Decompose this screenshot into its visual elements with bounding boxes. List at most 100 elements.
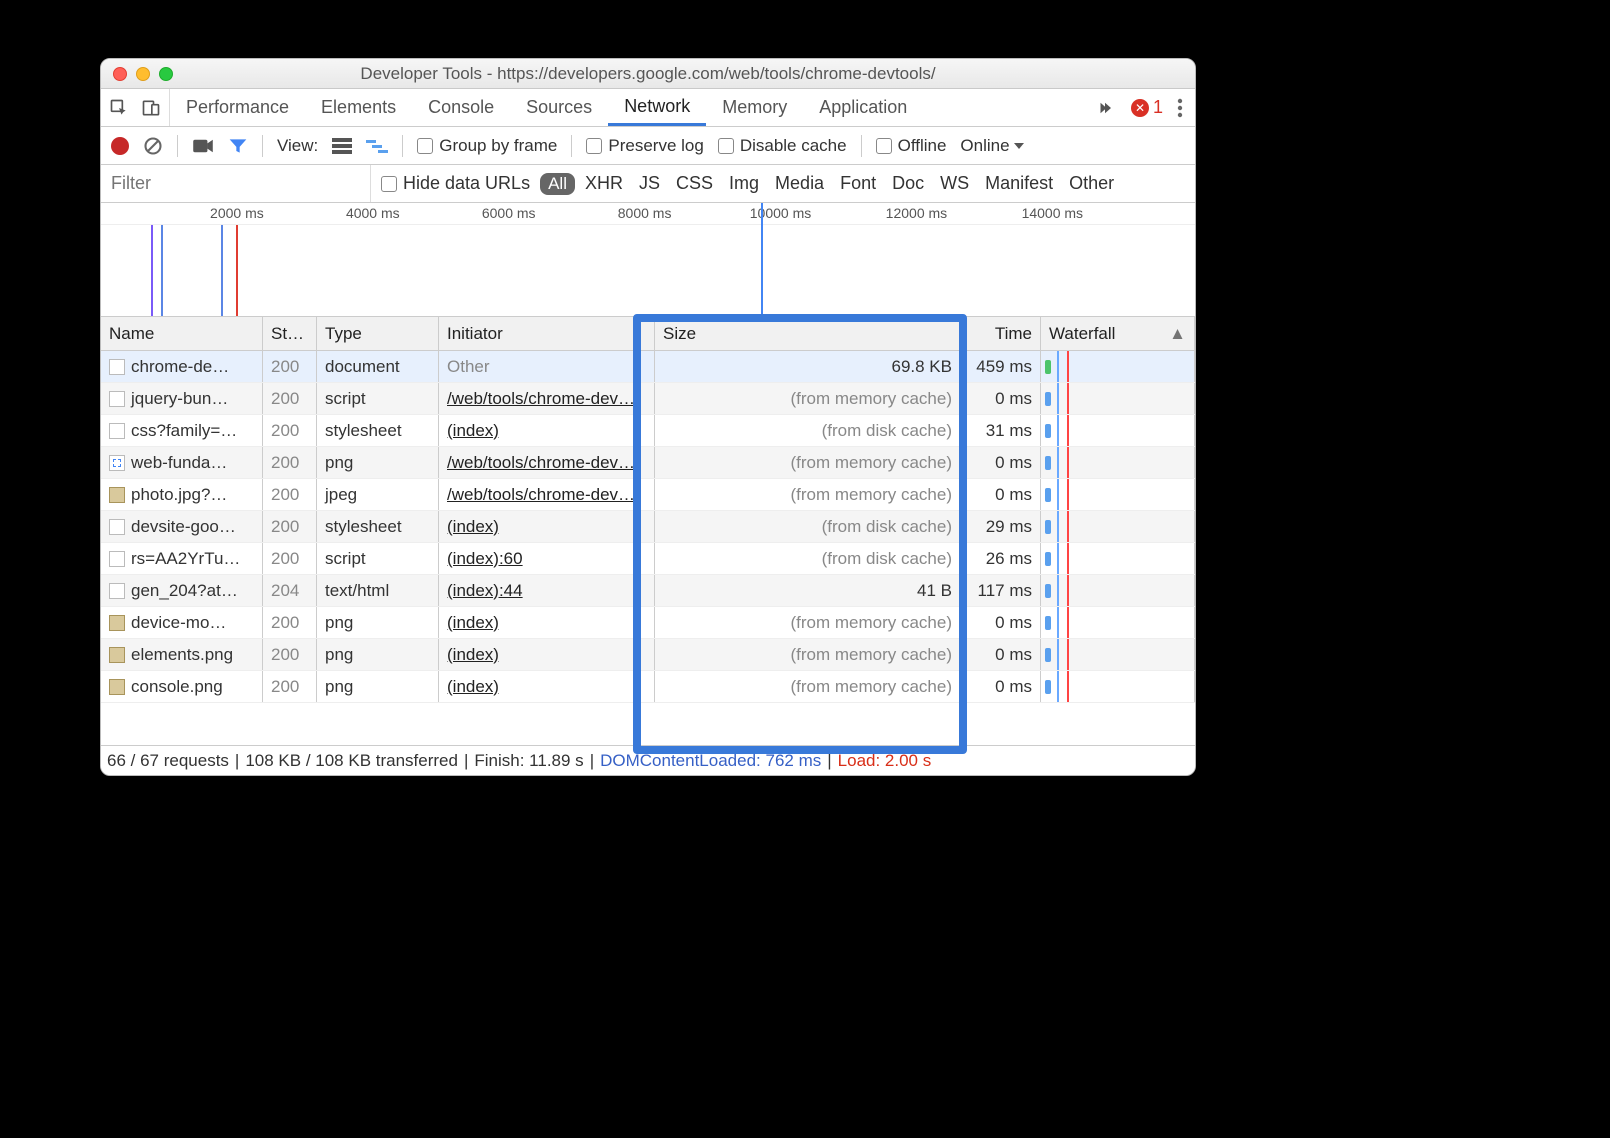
status-domcontentloaded: DOMContentLoaded: 762 ms: [600, 751, 821, 771]
table-row[interactable]: devsite-goo…200stylesheet(index)(from di…: [101, 511, 1195, 543]
initiator-link[interactable]: (index): [447, 613, 499, 633]
device-toggle-icon[interactable]: [141, 98, 161, 118]
throttling-select[interactable]: Online: [960, 136, 1023, 156]
record-button[interactable]: [111, 137, 129, 155]
close-icon[interactable]: [113, 67, 127, 81]
camera-icon[interactable]: [192, 138, 214, 154]
table-row[interactable]: gen_204?at…204text/html(index):4441 B117…: [101, 575, 1195, 607]
initiator-link[interactable]: (index): [447, 517, 499, 537]
tab-console[interactable]: Console: [412, 97, 510, 118]
table-row[interactable]: console.png200png(index)(from memory cac…: [101, 671, 1195, 703]
disable-cache-checkbox[interactable]: Disable cache: [718, 136, 847, 156]
timeline-tick: 12000 ms: [886, 205, 947, 221]
status-load: Load: 2.00 s: [838, 751, 932, 771]
timeline-overview[interactable]: 2000 ms4000 ms6000 ms8000 ms10000 ms1200…: [101, 203, 1195, 317]
timeline-marker[interactable]: [761, 203, 763, 316]
table-header: Name St… Type Initiator Size Time Waterf…: [101, 317, 1195, 351]
filter-type-css[interactable]: CSS: [676, 173, 713, 194]
timeline-tick: 6000 ms: [482, 205, 536, 221]
network-table: Name St… Type Initiator Size Time Waterf…: [101, 317, 1195, 703]
file-icon: [109, 583, 125, 599]
col-status[interactable]: St…: [263, 317, 317, 350]
kebab-menu-icon[interactable]: [1177, 98, 1183, 118]
col-time[interactable]: Time: [961, 317, 1041, 350]
group-by-frame-checkbox[interactable]: Group by frame: [417, 136, 557, 156]
timeline-tick: 2000 ms: [210, 205, 264, 221]
large-rows-icon[interactable]: [332, 138, 352, 154]
view-label: View:: [277, 136, 318, 156]
file-icon: [109, 455, 125, 471]
window-titlebar[interactable]: Developer Tools - https://developers.goo…: [101, 59, 1195, 89]
initiator-link[interactable]: (index):60: [447, 549, 523, 569]
filter-bar: Hide data URLs All XHR JS CSS Img Media Font D…: [101, 165, 1195, 203]
filter-type-font[interactable]: Font: [840, 173, 876, 194]
error-badge[interactable]: ✕1: [1131, 97, 1163, 118]
timeline-tick: 10000 ms: [750, 205, 811, 221]
filter-type-manifest[interactable]: Manifest: [985, 173, 1053, 194]
initiator-link[interactable]: (index): [447, 421, 499, 441]
table-row[interactable]: photo.jpg?…200jpeg/web/tools/chrome-dev……: [101, 479, 1195, 511]
timeline-tick: 4000 ms: [346, 205, 400, 221]
sort-icon: ▲: [1169, 324, 1186, 344]
initiator-link[interactable]: (index):44: [447, 581, 523, 601]
col-type[interactable]: Type: [317, 317, 439, 350]
preserve-log-checkbox[interactable]: Preserve log: [586, 136, 703, 156]
more-tabs-icon[interactable]: [1099, 99, 1117, 117]
filter-type-img[interactable]: Img: [729, 173, 759, 194]
file-icon: [109, 647, 125, 663]
col-name[interactable]: Name: [101, 317, 263, 350]
window-controls: [113, 67, 173, 81]
col-waterfall[interactable]: Waterfall▲: [1041, 317, 1195, 350]
status-transferred: 108 KB / 108 KB transferred: [245, 751, 458, 771]
timeline-tick: 14000 ms: [1022, 205, 1083, 221]
table-row[interactable]: jquery-bun…200script/web/tools/chrome-de…: [101, 383, 1195, 415]
file-icon: [109, 615, 125, 631]
table-row[interactable]: css?family=…200stylesheet(index)(from di…: [101, 415, 1195, 447]
tab-application[interactable]: Application: [803, 97, 923, 118]
filter-type-js[interactable]: JS: [639, 173, 660, 194]
maximize-icon[interactable]: [159, 67, 173, 81]
filter-input[interactable]: [101, 165, 371, 202]
file-icon: [109, 359, 125, 375]
window-title: Developer Tools - https://developers.goo…: [101, 64, 1195, 84]
col-size[interactable]: Size: [655, 317, 961, 350]
clear-icon[interactable]: [143, 136, 163, 156]
filter-type-xhr[interactable]: XHR: [585, 173, 623, 194]
filter-type-doc[interactable]: Doc: [892, 173, 924, 194]
file-icon: [109, 679, 125, 695]
initiator-link[interactable]: (index): [447, 645, 499, 665]
table-row[interactable]: rs=AA2YrTu…200script(index):60(from disk…: [101, 543, 1195, 575]
initiator-link[interactable]: /web/tools/chrome-dev…: [447, 485, 635, 505]
filter-icon[interactable]: [228, 137, 248, 155]
filter-type-all[interactable]: All: [540, 173, 575, 195]
network-toolbar: View: Group by frame Preserve log Disabl…: [101, 127, 1195, 165]
table-row[interactable]: elements.png200png(index)(from memory ca…: [101, 639, 1195, 671]
status-finish: Finish: 11.89 s: [474, 751, 583, 771]
table-row[interactable]: device-mo…200png(index)(from memory cach…: [101, 607, 1195, 639]
filter-type-other[interactable]: Other: [1069, 173, 1114, 194]
minimize-icon[interactable]: [136, 67, 150, 81]
initiator-link[interactable]: /web/tools/chrome-dev…: [447, 453, 635, 473]
table-row[interactable]: chrome-de…200documentOther69.8 KB459 ms: [101, 351, 1195, 383]
status-bar: 66 / 67 requests| 108 KB / 108 KB transf…: [101, 745, 1195, 775]
initiator-link[interactable]: /web/tools/chrome-dev…: [447, 389, 635, 409]
filter-type-media[interactable]: Media: [775, 173, 824, 194]
file-icon: [109, 391, 125, 407]
initiator-link[interactable]: (index): [447, 677, 499, 697]
filter-type-ws[interactable]: WS: [940, 173, 969, 194]
col-initiator[interactable]: Initiator: [439, 317, 655, 350]
devtools-tabbar: PerformanceElementsConsoleSourcesNetwork…: [101, 89, 1195, 127]
file-icon: [109, 423, 125, 439]
inspect-icon[interactable]: [109, 98, 129, 118]
tab-elements[interactable]: Elements: [305, 97, 412, 118]
waterfall-view-icon[interactable]: [366, 138, 388, 154]
file-icon: [109, 551, 125, 567]
tab-network[interactable]: Network: [608, 89, 706, 126]
offline-checkbox[interactable]: Offline: [876, 136, 947, 156]
hide-data-urls-checkbox[interactable]: Hide data URLs: [381, 173, 530, 194]
tab-performance[interactable]: Performance: [170, 97, 305, 118]
status-requests: 66 / 67 requests: [107, 751, 229, 771]
table-row[interactable]: web-funda…200png/web/tools/chrome-dev…(f…: [101, 447, 1195, 479]
tab-sources[interactable]: Sources: [510, 97, 608, 118]
tab-memory[interactable]: Memory: [706, 97, 803, 118]
